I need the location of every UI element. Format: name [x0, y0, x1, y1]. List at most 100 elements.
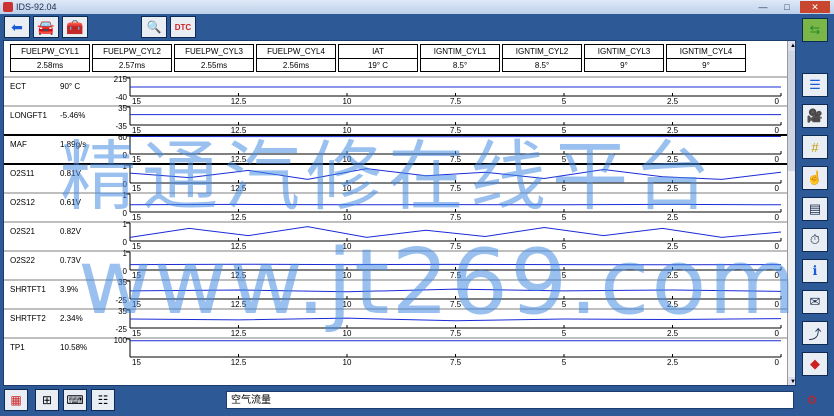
x-axis-tick-label: 12.5: [231, 155, 247, 164]
graph-mail-icon[interactable]: ✉: [802, 290, 828, 314]
y-axis-bottom-label: -35: [115, 122, 127, 131]
x-axis-tick-label: 15: [132, 329, 141, 338]
y-axis-top-label: 1: [123, 220, 128, 229]
x-axis-tick-label: 7.5: [450, 242, 462, 251]
x-axis-tick-label: 15: [132, 300, 141, 309]
x-axis-tick-label: 12.5: [231, 126, 247, 135]
x-axis-tick-label: 7.5: [450, 155, 462, 164]
pid-row-graph: 10 15 12.5 10 7.5 5 2.5 0: [4, 191, 787, 222]
x-axis-tick-label: 2.5: [667, 155, 679, 164]
x-axis-tick-label: 0: [775, 213, 780, 222]
x-axis-tick-label: 10: [343, 155, 352, 164]
stopwatch-icon[interactable]: ⏱: [802, 228, 828, 252]
x-axis-tick-label: 0: [775, 126, 780, 135]
list-icon[interactable]: ☰: [802, 73, 828, 97]
x-axis-tick-label: 12.5: [231, 271, 247, 280]
car-icon[interactable]: 🚘: [33, 16, 59, 38]
list-grid-icon[interactable]: ☷: [91, 389, 115, 411]
x-axis-tick-label: 7.5: [450, 184, 462, 193]
x-axis-tick-label: 10: [343, 97, 352, 106]
x-axis-tick-label: 0: [775, 97, 780, 106]
x-axis-tick-label: 10: [343, 242, 352, 251]
scroll-down-icon[interactable]: ▼: [788, 377, 795, 385]
scroll-thumb[interactable]: [788, 51, 795, 171]
y-axis-bottom-label: 0: [123, 267, 128, 276]
graph-export-icon[interactable]: ⤴: [802, 321, 828, 345]
y-axis-top-label: 1: [123, 191, 128, 200]
x-axis-tick-label: 0: [775, 242, 780, 251]
y-axis-bottom-label: -25: [115, 325, 127, 334]
camera-icon[interactable]: 🎥: [802, 104, 828, 128]
x-axis-tick-label: 15: [132, 213, 141, 222]
keyboard-icon[interactable]: ⌨: [63, 389, 87, 411]
pid-row-graph: 10 15 12.5 10 7.5 5 2.5 0: [4, 162, 787, 193]
table-icon[interactable]: ▤: [802, 197, 828, 221]
y-axis-top-label: 215: [114, 75, 128, 84]
right-sidebar: ⇆ ☰ 🎥 # ☝ ▤ ⏱ ℹ ✉ ⤴ ◆: [797, 14, 834, 386]
y-axis-bottom-label: 0: [123, 180, 128, 189]
pid-row-graph: 35 -25 15 12.5 10 7.5 5 2.5 0: [4, 307, 787, 338]
x-axis-tick-label: 12.5: [231, 300, 247, 309]
pid-row-graph: 100 15 12.5 10 7.5 5 2.5 0: [4, 336, 787, 367]
datalogger-icon[interactable]: 🔍: [141, 16, 167, 38]
info-icon[interactable]: ℹ: [802, 259, 828, 283]
x-axis-tick-label: 0: [775, 300, 780, 309]
x-axis-tick-label: 15: [132, 97, 141, 106]
hash-icon[interactable]: #: [802, 135, 828, 159]
pid-row-graph: 215 -40 15 12.5 10 7.5 5 2.5 0: [4, 75, 787, 106]
pid-row-graph: 10 15 12.5 10 7.5 5 2.5 0: [4, 220, 787, 251]
pid-trace: [129, 263, 782, 266]
app-icon: [3, 2, 13, 12]
maximize-button[interactable]: □: [776, 1, 798, 13]
pid-trace: [129, 317, 782, 322]
y-axis-top-label: 35: [118, 104, 127, 113]
y-axis-top-label: 35: [118, 278, 127, 287]
vertical-scrollbar[interactable]: ▲ ▼: [787, 41, 795, 385]
x-axis-tick-label: 5: [562, 184, 567, 193]
y-axis-top-label: 1: [123, 249, 128, 258]
x-axis-tick-label: 10: [343, 213, 352, 222]
minimize-button[interactable]: —: [752, 1, 774, 13]
grid-icon[interactable]: ⊞: [35, 389, 59, 411]
x-axis-tick-label: 7.5: [450, 329, 462, 338]
x-axis-tick-label: 10: [343, 358, 352, 367]
x-axis-tick-label: 5: [562, 126, 567, 135]
x-axis-tick-label: 7.5: [450, 358, 462, 367]
x-axis-tick-label: 5: [562, 271, 567, 280]
x-axis-tick-label: 7.5: [450, 271, 462, 280]
pid-row-graph: 60 0 15 12.5 10 7.5 5 2.5 0: [4, 133, 787, 164]
back-arrow-icon[interactable]: ⬅: [4, 16, 30, 38]
toolbox-icon[interactable]: 🧰: [62, 16, 88, 38]
y-axis-top-label: 1: [123, 162, 128, 171]
x-axis-tick-label: 0: [775, 184, 780, 193]
x-axis-tick-label: 2.5: [667, 184, 679, 193]
selector-icon[interactable]: ▦: [4, 389, 28, 411]
swap-arrows-icon[interactable]: ⇆: [802, 18, 828, 42]
x-axis-tick-label: 12.5: [231, 97, 247, 106]
status-text: 空气流量: [226, 391, 794, 409]
palette-icon[interactable]: ◆: [802, 352, 828, 376]
scroll-up-icon[interactable]: ▲: [788, 41, 795, 51]
x-axis-tick-label: 2.5: [667, 213, 679, 222]
x-axis-tick-label: 0: [775, 329, 780, 338]
pid-graph-area: 215-40 15 12.5 10 7.5 5 2.5 035-35 15 12.5 10 7.5 5 2…: [4, 75, 787, 367]
pid-trace: [129, 288, 782, 293]
x-axis-tick-label: 15: [132, 155, 141, 164]
x-axis-tick-label: 12.5: [231, 242, 247, 251]
dtc-button[interactable]: DTC: [170, 16, 196, 38]
y-axis-top-label: 60: [118, 133, 127, 142]
x-axis-tick-label: 0: [775, 155, 780, 164]
x-axis-tick-label: 5: [562, 213, 567, 222]
x-axis-tick-label: 0: [775, 271, 780, 280]
connector-icon[interactable]: ⚙: [800, 389, 824, 411]
x-axis-tick-label: 15: [132, 184, 141, 193]
close-button[interactable]: ✕: [800, 1, 830, 13]
title-bar: IDS-92.04 — □ ✕: [0, 0, 834, 14]
x-axis-tick-label: 7.5: [450, 126, 462, 135]
x-axis-tick-label: 10: [343, 329, 352, 338]
hand-pointer-icon[interactable]: ☝: [802, 166, 828, 190]
x-axis-tick-label: 2.5: [667, 271, 679, 280]
y-axis-top-label: 100: [114, 336, 128, 345]
x-axis-tick-label: 15: [132, 271, 141, 280]
x-axis-tick-label: 10: [343, 271, 352, 280]
